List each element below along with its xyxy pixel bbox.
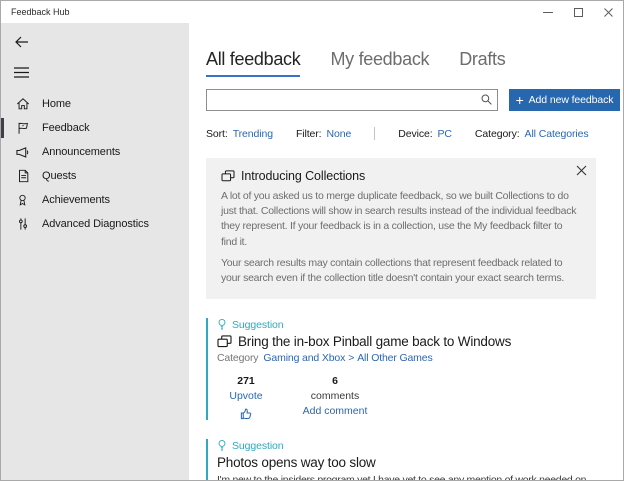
sidebar-item-achievements[interactable]: Achievements bbox=[1, 188, 189, 212]
category-control: Category: All Categories bbox=[475, 128, 589, 140]
add-new-feedback-label: Add new feedback bbox=[528, 94, 614, 106]
feedback-title[interactable]: Photos opens way too slow bbox=[217, 455, 376, 470]
category-link[interactable]: Gaming and Xbox bbox=[263, 352, 345, 364]
filter-label: Filter: bbox=[295, 127, 322, 140]
collections-title: Introducing Collections bbox=[241, 169, 366, 183]
search-icon[interactable] bbox=[480, 93, 493, 106]
thumbs-up-icon[interactable] bbox=[217, 405, 275, 420]
medal-icon bbox=[15, 193, 30, 208]
feedback-body: I'm new to the insiders program yet I ha… bbox=[217, 474, 587, 481]
hamburger-icon bbox=[14, 67, 54, 78]
sort-value-link[interactable]: Trending bbox=[233, 128, 273, 140]
feedback-flag-icon bbox=[15, 121, 30, 136]
collections-paragraph-2: Your search results may contain collecti… bbox=[221, 256, 565, 285]
feedback-tabs: All feedback My feedback Drafts bbox=[206, 49, 620, 77]
minimize-button[interactable] bbox=[533, 1, 563, 23]
category-link[interactable]: All Other Games bbox=[357, 352, 433, 364]
sidebar: Home Feedback Announcements Quests Achie… bbox=[1, 23, 189, 480]
lightbulb-icon bbox=[217, 318, 227, 331]
collections-notice-card: Introducing Collections A lot of you ask… bbox=[206, 158, 596, 300]
device-value-link[interactable]: PC bbox=[438, 128, 452, 140]
category-separator: > bbox=[348, 352, 355, 365]
upvote-link[interactable]: Upvote bbox=[217, 390, 275, 402]
close-icon bbox=[603, 7, 613, 17]
maximize-button[interactable] bbox=[563, 1, 593, 23]
comment-count: 6 bbox=[332, 375, 338, 388]
device-label: Device: bbox=[398, 127, 433, 140]
home-icon bbox=[15, 97, 30, 112]
close-button[interactable] bbox=[593, 1, 623, 23]
category-row-label: Category bbox=[217, 352, 259, 365]
window-title: Feedback Hub bbox=[11, 7, 70, 17]
main-content: All feedback My feedback Drafts + Add ne… bbox=[189, 23, 623, 481]
tab-all-feedback[interactable]: All feedback bbox=[206, 49, 301, 77]
search-input[interactable] bbox=[206, 89, 498, 111]
filter-value-link[interactable]: None bbox=[327, 128, 352, 140]
collections-icon bbox=[221, 170, 235, 182]
scroll-icon bbox=[15, 169, 30, 184]
megaphone-icon bbox=[15, 145, 30, 160]
minimize-icon bbox=[543, 7, 553, 17]
diagnostics-icon bbox=[15, 217, 30, 232]
back-arrow-icon bbox=[14, 35, 41, 49]
sidebar-item-advanced-diagnostics[interactable]: Advanced Diagnostics bbox=[1, 212, 189, 236]
sidebar-item-quests[interactable]: Quests bbox=[1, 164, 189, 188]
comments-label: comments bbox=[310, 390, 360, 403]
plus-icon: + bbox=[515, 91, 524, 108]
add-comment-link[interactable]: Add comment bbox=[287, 405, 383, 417]
menu-button[interactable] bbox=[14, 67, 54, 78]
feedback-hub-window: Feedback Hub Home Feedback Announcements… bbox=[0, 0, 624, 481]
sort-label: Sort: bbox=[206, 127, 228, 140]
tab-my-feedback[interactable]: My feedback bbox=[330, 49, 429, 75]
sidebar-item-label: Quests bbox=[42, 170, 77, 182]
window-controls bbox=[533, 1, 623, 23]
category-label: Category: bbox=[474, 127, 520, 140]
collections-paragraph-1: A lot of you asked us to merge duplicate… bbox=[221, 190, 577, 248]
sidebar-nav: Home Feedback Announcements Quests Achie… bbox=[1, 92, 189, 236]
feedback-type-tag: Suggestion bbox=[232, 439, 284, 452]
sort-control: Sort: Trending bbox=[206, 128, 273, 140]
sidebar-item-feedback[interactable]: Feedback bbox=[1, 116, 189, 140]
feedback-type-tag: Suggestion bbox=[232, 318, 284, 331]
search-row: + Add new feedback bbox=[206, 89, 620, 111]
feedback-item[interactable]: Suggestion Photos opens way too slow I'm… bbox=[206, 439, 598, 481]
feedback-title[interactable]: Bring the in-box Pinball game back to Wi… bbox=[238, 334, 511, 349]
search-box bbox=[206, 89, 498, 111]
device-control: Device: PC bbox=[398, 128, 452, 140]
filter-divider bbox=[374, 127, 376, 140]
sidebar-item-label: Home bbox=[42, 98, 71, 110]
add-new-feedback-button[interactable]: + Add new feedback bbox=[509, 89, 620, 111]
sidebar-item-label: Feedback bbox=[42, 122, 90, 134]
filter-control: Filter: None bbox=[296, 128, 351, 140]
collections-icon bbox=[217, 335, 232, 348]
lightbulb-icon bbox=[217, 439, 227, 452]
collections-close-button[interactable] bbox=[576, 165, 587, 176]
feedback-item[interactable]: Suggestion Bring the in-box Pinball game… bbox=[206, 318, 598, 421]
category-value-link[interactable]: All Categories bbox=[525, 128, 589, 140]
tab-drafts[interactable]: Drafts bbox=[459, 49, 506, 75]
titlebar: Feedback Hub bbox=[1, 1, 623, 23]
sidebar-item-home[interactable]: Home bbox=[1, 92, 189, 116]
sidebar-item-label: Announcements bbox=[42, 146, 121, 158]
sidebar-item-label: Advanced Diagnostics bbox=[42, 218, 149, 230]
filter-row: Sort: Trending Filter: None Device: PC Cate… bbox=[206, 127, 620, 140]
back-button[interactable] bbox=[1, 33, 41, 49]
upvote-count: 271 bbox=[237, 375, 255, 388]
maximize-icon bbox=[573, 7, 583, 17]
sidebar-item-announcements[interactable]: Announcements bbox=[1, 140, 189, 164]
sidebar-item-label: Achievements bbox=[42, 194, 110, 206]
